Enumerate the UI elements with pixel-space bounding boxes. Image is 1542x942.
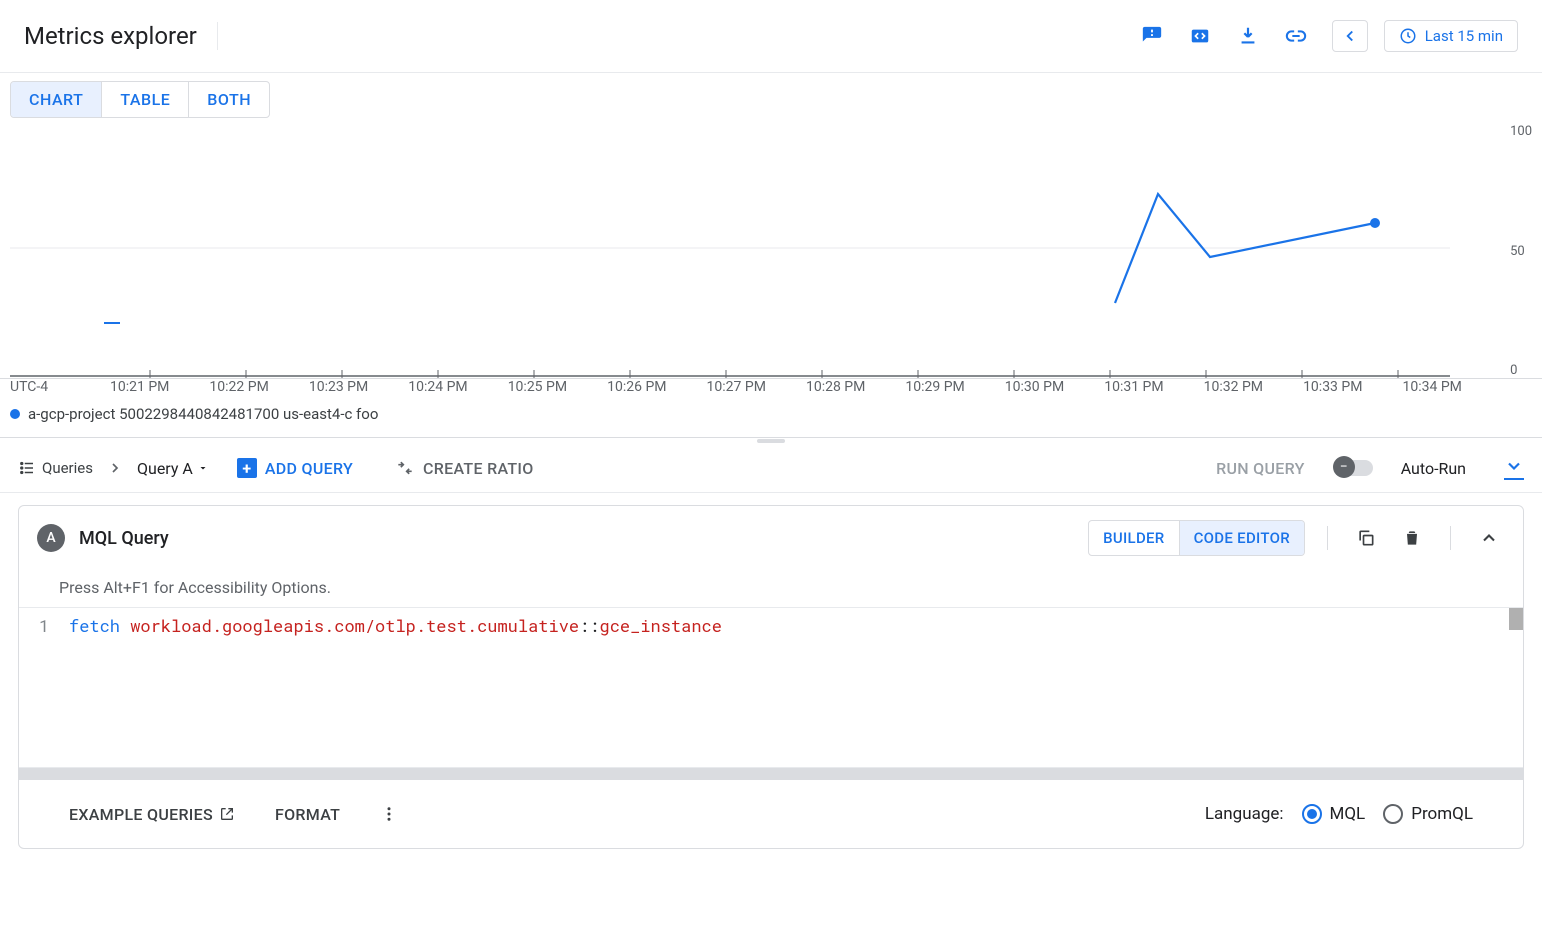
- add-query-label: ADD QUERY: [265, 459, 353, 478]
- view-mode-tabs: CHART TABLE BOTH: [10, 81, 270, 118]
- collapse-panel-icon[interactable]: [1473, 522, 1505, 554]
- code-keyword: fetch: [69, 614, 120, 637]
- link-icon[interactable]: [1276, 16, 1316, 56]
- lang-mql-label: MQL: [1330, 804, 1366, 824]
- y-tick: 100: [1510, 124, 1532, 139]
- x-ticks: 10:21 PM 10:22 PM 10:23 PM 10:24 PM 10:2…: [110, 379, 1462, 395]
- auto-run-label: Auto-Run: [1401, 459, 1466, 478]
- accessibility-hint: Press Alt+F1 for Accessibility Options.: [19, 570, 1523, 607]
- chart-canvas[interactable]: [10, 118, 1450, 378]
- query-badge: A: [37, 524, 65, 552]
- create-ratio-button[interactable]: CREATE RATIO: [395, 458, 534, 478]
- lang-radio-promql[interactable]: PromQL: [1383, 804, 1473, 824]
- queries-label: Queries: [42, 459, 93, 477]
- timezone-label: UTC-4: [10, 379, 110, 395]
- page-title: Metrics explorer: [24, 22, 218, 50]
- query-selector-label: Query A: [137, 459, 193, 478]
- x-tick: 10:24 PM: [408, 379, 467, 395]
- radio-icon: [1383, 804, 1403, 824]
- x-tick: 10:25 PM: [508, 379, 567, 395]
- mode-code-button[interactable]: CODE EDITOR: [1179, 521, 1304, 555]
- header: Metrics explorer Last 15 min: [0, 0, 1542, 73]
- x-tick: 10:22 PM: [209, 379, 268, 395]
- create-ratio-label: CREATE RATIO: [423, 459, 534, 478]
- code-line: fetch workload.googleapis.com/otlp.test.…: [69, 612, 722, 637]
- example-queries-label: EXAMPLE QUERIES: [69, 805, 213, 824]
- x-tick: 10:30 PM: [1005, 379, 1064, 395]
- tab-both[interactable]: BOTH: [188, 82, 269, 117]
- query-toolbar: Queries Query A + ADD QUERY CREATE RATIO…: [0, 444, 1542, 493]
- chart-legend[interactable]: a-gcp-project 5002298440842481700 us-eas…: [0, 399, 1542, 438]
- divider: [1327, 526, 1328, 550]
- language-selector: Language: MQL PromQL: [1205, 804, 1473, 824]
- editor-mode-switch: BUILDER CODE EDITOR: [1088, 520, 1305, 556]
- plus-icon: +: [237, 458, 257, 478]
- radio-icon: [1302, 804, 1322, 824]
- x-tick: 10:23 PM: [309, 379, 368, 395]
- y-axis: 100 50 0: [1510, 118, 1532, 378]
- auto-run-toggle[interactable]: −: [1335, 460, 1373, 476]
- language-label: Language:: [1205, 804, 1284, 824]
- x-tick: 10:26 PM: [607, 379, 666, 395]
- chevron-right-icon: [107, 460, 123, 476]
- download-icon[interactable]: [1228, 16, 1268, 56]
- x-tick: 10:34 PM: [1402, 379, 1461, 395]
- feedback-icon[interactable]: [1132, 16, 1172, 56]
- query-panel-header: A MQL Query BUILDER CODE EDITOR: [19, 506, 1523, 570]
- code-identifier: gce_instance: [600, 614, 722, 637]
- time-range-picker[interactable]: Last 15 min: [1384, 20, 1518, 52]
- header-actions: Last 15 min: [1132, 16, 1518, 56]
- more-menu-icon[interactable]: [380, 805, 398, 823]
- run-query-button[interactable]: RUN QUERY: [1216, 459, 1305, 478]
- y-tick: 0: [1510, 363, 1532, 378]
- x-tick: 10:33 PM: [1303, 379, 1362, 395]
- x-tick: 10:29 PM: [905, 379, 964, 395]
- code-editor[interactable]: 1 fetch workload.googleapis.com/otlp.tes…: [19, 608, 1523, 767]
- x-tick: 10:21 PM: [110, 379, 169, 395]
- y-tick: 50: [1510, 244, 1532, 259]
- horizontal-scrollbar[interactable]: [19, 768, 1523, 780]
- x-tick: 10:31 PM: [1104, 379, 1163, 395]
- query-footer: EXAMPLE QUERIES FORMAT Language: MQL Pro…: [19, 780, 1523, 848]
- expand-all-icon[interactable]: [1504, 456, 1524, 480]
- x-tick: 10:32 PM: [1204, 379, 1263, 395]
- code-operator: ::: [579, 614, 599, 637]
- query-selector[interactable]: Query A: [137, 459, 209, 478]
- time-range-label: Last 15 min: [1425, 27, 1503, 45]
- code-resource: workload.googleapis.com/otlp.test.cumula…: [130, 614, 579, 637]
- queries-breadcrumb[interactable]: Queries: [18, 459, 93, 477]
- delete-icon[interactable]: [1396, 522, 1428, 554]
- line-number: 1: [19, 612, 69, 637]
- lang-promql-label: PromQL: [1411, 804, 1473, 824]
- copy-icon[interactable]: [1350, 522, 1382, 554]
- format-button[interactable]: FORMAT: [275, 805, 340, 824]
- legend-color-dot: [10, 409, 20, 419]
- query-panel-title: MQL Query: [79, 528, 169, 549]
- query-panel: A MQL Query BUILDER CODE EDITOR Press Al…: [18, 505, 1524, 849]
- tab-chart[interactable]: CHART: [11, 82, 101, 117]
- toggle-knob-icon: −: [1333, 456, 1355, 478]
- chart: 100 50 0: [0, 118, 1542, 379]
- example-queries-button[interactable]: EXAMPLE QUERIES: [69, 805, 235, 824]
- time-back-button[interactable]: [1332, 20, 1368, 52]
- x-tick: 10:27 PM: [707, 379, 766, 395]
- legend-label: a-gcp-project 5002298440842481700 us-eas…: [28, 405, 378, 423]
- add-query-button[interactable]: + ADD QUERY: [237, 458, 353, 478]
- editor-scrollbar-thumb[interactable]: [1509, 608, 1523, 630]
- x-axis: UTC-4 10:21 PM 10:22 PM 10:23 PM 10:24 P…: [0, 379, 1542, 399]
- lang-radio-mql[interactable]: MQL: [1302, 804, 1366, 824]
- divider: [1450, 526, 1451, 550]
- tab-table[interactable]: TABLE: [101, 82, 188, 117]
- x-tick: 10:28 PM: [806, 379, 865, 395]
- mode-builder-button[interactable]: BUILDER: [1089, 521, 1178, 555]
- code-snippet-icon[interactable]: [1180, 16, 1220, 56]
